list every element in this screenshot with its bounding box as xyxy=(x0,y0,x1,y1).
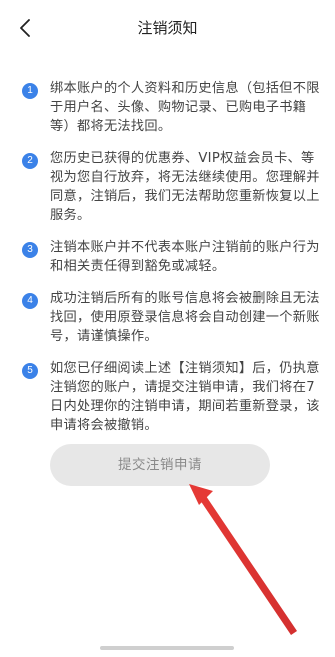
notice-text: 如您已仔细阅读上述【注销须知】后，仍执意注销您的账户，请提交注销申请，我们将在7… xyxy=(50,361,320,433)
number-badge: 5 xyxy=(22,363,38,379)
number-badge: 2 xyxy=(22,153,38,169)
notice-text: 绑本账户的个人资料和历史信息（包括但不限于用户名、头像、购物记录、已购电子书籍等… xyxy=(50,81,320,134)
arrow-shaft xyxy=(200,496,297,635)
notice-item: 1 绑本账户的个人资料和历史信息（包括但不限于用户名、头像、购物记录、已购电子书… xyxy=(22,79,322,136)
notice-list: 1 绑本账户的个人资料和历史信息（包括但不限于用户名、头像、购物记录、已购电子书… xyxy=(22,79,322,448)
submit-cancellation-button[interactable]: 提交注销申请 xyxy=(50,444,270,486)
notice-text: 注销本账户并不代表本账户注销前的账户行为和相关责任得到豁免或减轻。 xyxy=(50,240,320,274)
notice-item: 2 您历史已获得的优惠券、VIP权益会员卡、等视为您自行放弃，将无法继续使用。您… xyxy=(22,149,322,225)
arrow-head xyxy=(189,484,213,505)
page-title: 注销须知 xyxy=(137,19,198,37)
number-badge: 3 xyxy=(22,242,38,258)
notice-item: 4 成功注销后所有的账号信息将会被删除且无法找回，使用原登录信息将会自动创建一个… xyxy=(22,289,322,346)
home-indicator xyxy=(100,646,234,650)
number-badge: 4 xyxy=(22,293,38,309)
notice-item: 5 如您已仔细阅读上述【注销须知】后，仍执意注销您的账户，请提交注销申请，我们将… xyxy=(22,359,322,435)
navigation-header: 注销须知 xyxy=(0,0,335,56)
notice-text: 您历史已获得的优惠券、VIP权益会员卡、等视为您自行放弃，将无法继续使用。您理解… xyxy=(50,151,320,223)
notice-item: 3 注销本账户并不代表本账户注销前的账户行为和相关责任得到豁免或减轻。 xyxy=(22,238,322,276)
notice-text: 成功注销后所有的账号信息将会被删除且无法找回，使用原登录信息将会自动创建一个新账… xyxy=(50,291,320,344)
number-badge: 1 xyxy=(22,83,38,99)
